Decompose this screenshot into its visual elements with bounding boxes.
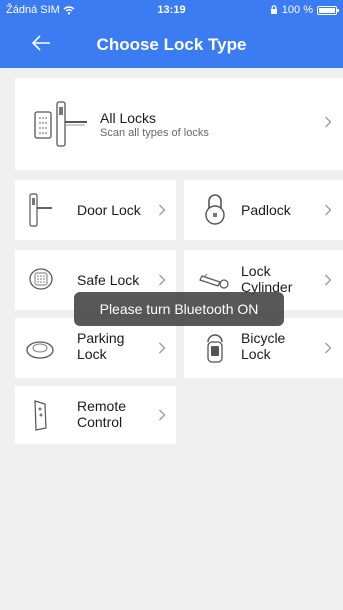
page-title: Choose Lock Type (96, 35, 247, 54)
bicycle-lock-card[interactable]: Bicycle Lock (184, 318, 343, 378)
app-header: Žádná SIM 13:19 100 % Choose Lock Type (0, 0, 343, 68)
chevron-right-icon (325, 116, 332, 128)
all-locks-subtitle: Scan all types of locks (100, 127, 209, 139)
door-lock-card[interactable]: Door Lock (15, 180, 176, 240)
chevron-right-icon (159, 274, 166, 286)
remote-control-icon (34, 400, 47, 431)
status-bar: Žádná SIM 13:19 100 % (0, 4, 343, 18)
item-label-bicycle-lock: Bicycle Lock (241, 330, 286, 362)
parking-lock-icon (26, 341, 54, 359)
item-label-door-lock: Door Lock (77, 202, 141, 218)
door-lock-icon (29, 193, 52, 227)
item-label-parking-lock: Parking Lock (77, 330, 125, 362)
chevron-right-icon (325, 204, 332, 216)
all-locks-title: All Locks (100, 110, 157, 126)
all-locks-icon (34, 101, 87, 147)
chevron-right-icon (325, 342, 332, 354)
battery-icon (317, 5, 339, 15)
chevron-right-icon (159, 204, 166, 216)
item-label-padlock: Padlock (241, 202, 291, 218)
lock-rotation-icon (270, 5, 277, 14)
padlock-icon (205, 194, 225, 225)
chevron-right-icon (325, 274, 332, 286)
lock-cylinder-icon (199, 273, 229, 289)
bicycle-lock-icon (207, 334, 223, 363)
bluetooth-toast: Please turn Bluetooth ON (74, 292, 284, 326)
parking-lock-card[interactable]: Parking Lock (15, 318, 176, 378)
padlock-card[interactable]: Padlock (184, 180, 343, 240)
item-label-remote-control: Remote Control (77, 398, 127, 430)
chevron-right-icon (159, 409, 166, 421)
remote-control-card[interactable]: Remote Control (15, 386, 176, 444)
battery-status: 100 % (270, 4, 339, 16)
chevron-right-icon (159, 342, 166, 354)
safe-lock-icon (29, 268, 53, 290)
item-label-lock-cylinder: Lock Cylinder (241, 263, 293, 295)
battery-percent: 100 % (281, 4, 313, 16)
item-label-safe-lock: Safe Lock (77, 272, 140, 288)
all-locks-card[interactable]: All Locks Scan all types of locks (15, 78, 343, 170)
